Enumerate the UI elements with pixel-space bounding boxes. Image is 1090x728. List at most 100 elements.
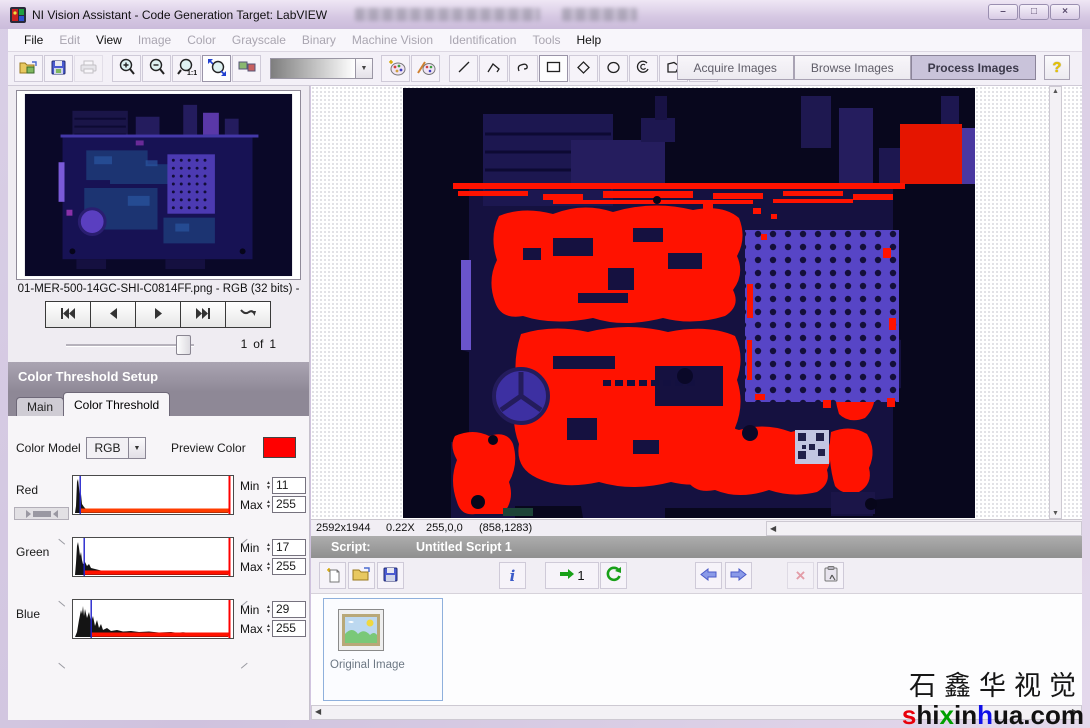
red-min-value[interactable]: 11 xyxy=(272,477,306,494)
tab-color-threshold[interactable]: Color Threshold xyxy=(63,392,170,416)
zoom-in-button[interactable] xyxy=(112,55,141,82)
menu-item-binary: Binary xyxy=(294,33,344,47)
new-script-button[interactable] xyxy=(319,562,346,589)
line-tool-button[interactable] xyxy=(449,55,478,82)
green-max-value[interactable]: 255 xyxy=(272,558,306,575)
scroll-down-icon[interactable]: ▼ xyxy=(1050,510,1061,517)
watermark-letter: s xyxy=(902,700,916,728)
green-min-spinner[interactable]: ▲▼17 xyxy=(266,539,306,556)
image-index-slider-track[interactable] xyxy=(66,344,194,347)
last-image-button[interactable] xyxy=(180,301,226,328)
spinner-arrows-icon[interactable]: ▲▼ xyxy=(266,562,271,571)
horizontal-scrollbar[interactable]: ◀ xyxy=(766,521,1082,536)
previous-image-button[interactable] xyxy=(90,301,136,328)
polyline-tool-button[interactable] xyxy=(479,55,508,82)
status-resolution: 2592x1944 xyxy=(316,522,370,534)
blue-channel-label: Blue xyxy=(16,607,40,621)
red-max-value[interactable]: 255 xyxy=(272,496,306,513)
image-index-total: 1 xyxy=(269,337,276,351)
new-palette-button[interactable] xyxy=(381,55,410,82)
blue-min-spinner[interactable]: ▲▼29 xyxy=(266,601,306,618)
green-channel-label: Green xyxy=(16,545,49,559)
script-info-button[interactable]: i xyxy=(499,562,526,589)
paste-step-button[interactable] xyxy=(817,562,844,589)
maximize-button[interactable]: □ xyxy=(1019,4,1049,20)
zoom-to-fit-button[interactable] xyxy=(202,55,231,82)
freehand-line-tool-button[interactable] xyxy=(509,55,538,82)
scroll-up-icon[interactable]: ▲ xyxy=(1050,88,1061,95)
green-max-spinner[interactable]: ▲▼255 xyxy=(266,558,306,575)
run-once-button[interactable]: 1 xyxy=(545,562,599,589)
menu-item-file[interactable]: File xyxy=(16,33,51,47)
blue-min-value[interactable]: 29 xyxy=(272,601,306,618)
green-histogram[interactable] xyxy=(72,537,234,577)
vertical-scrollbar[interactable]: ▲ ▼ xyxy=(1049,86,1062,519)
next-image-button[interactable] xyxy=(135,301,181,328)
tab-main[interactable]: Main xyxy=(16,397,64,416)
image-index-slider-thumb[interactable] xyxy=(176,335,191,355)
rectangle-tool-button[interactable] xyxy=(539,55,568,82)
blue-max-spinner[interactable]: ▲▼255 xyxy=(266,620,306,637)
run-loop-button[interactable] xyxy=(600,562,627,589)
first-image-button[interactable] xyxy=(45,301,91,328)
help-button[interactable]: ? xyxy=(1044,55,1070,80)
process-images-button[interactable]: Process Images xyxy=(911,55,1036,80)
scroll-left-icon[interactable]: ◀ xyxy=(315,707,321,716)
spinner-arrows-icon[interactable]: ▲▼ xyxy=(266,500,271,509)
clipboard-icon xyxy=(824,566,838,585)
minimize-button[interactable]: – xyxy=(988,4,1018,20)
compare-images-button[interactable] xyxy=(232,55,261,82)
open-script-button[interactable] xyxy=(348,562,375,589)
watermark-letter: h xyxy=(977,700,993,728)
step-back-button[interactable] xyxy=(695,562,722,589)
close-button[interactable]: × xyxy=(1050,4,1080,20)
print-button xyxy=(74,55,103,82)
menu-item-edit: Edit xyxy=(51,33,88,47)
green-min-value[interactable]: 17 xyxy=(272,539,306,556)
blue-histogram[interactable] xyxy=(72,599,234,639)
red-min-spinner[interactable]: ▲▼11 xyxy=(266,477,306,494)
menu-item-view[interactable]: View xyxy=(88,33,130,47)
step-forward-button[interactable] xyxy=(725,562,752,589)
rectangle-tool-icon xyxy=(546,61,561,76)
image-browser-panel: 01-MER-500-14GC-SHI-C0814FF.png - RGB (3… xyxy=(8,86,310,720)
status-pixel-value: 255,0,0 xyxy=(426,522,463,534)
menu-item-help[interactable]: Help xyxy=(569,33,610,47)
scroll-left-icon[interactable]: ◀ xyxy=(770,524,776,533)
preview-color-swatch[interactable] xyxy=(263,437,296,458)
red-max-spinner[interactable]: ▲▼255 xyxy=(266,496,306,513)
viewer-status-bar: 2592x1944 0.22X 255,0,0 (858,1283) ◀ xyxy=(311,519,1082,536)
run-once-icon xyxy=(559,568,575,583)
blue-max-label: Max xyxy=(240,622,263,636)
delete-x-icon: × xyxy=(796,568,806,583)
zoom-1to1-button[interactable]: 1:1 xyxy=(172,55,201,82)
palette-dropdown-button[interactable]: ▼ xyxy=(356,58,373,79)
edit-palette-button[interactable] xyxy=(411,55,440,82)
watermark-letter: ua.com xyxy=(993,700,1084,728)
script-step-original-image[interactable]: Original Image xyxy=(323,598,443,701)
oval-tool-icon xyxy=(606,61,621,77)
spinner-arrows-icon[interactable]: ▲▼ xyxy=(266,481,271,490)
blue-max-value[interactable]: 255 xyxy=(272,620,306,637)
spinner-arrows-icon[interactable]: ▲▼ xyxy=(266,543,271,552)
delete-step-button: × xyxy=(787,562,814,589)
processed-image-canvas[interactable] xyxy=(403,88,975,518)
image-viewer: ▲ ▼ xyxy=(311,86,1082,519)
chevron-down-icon: ▼ xyxy=(361,65,368,72)
acquire-images-button[interactable]: Acquire Images xyxy=(677,55,794,80)
oval-tool-button[interactable] xyxy=(599,55,628,82)
browse-images-button[interactable]: Browse Images xyxy=(794,55,911,80)
rotated-rectangle-tool-button[interactable] xyxy=(569,55,598,82)
open-folder-icon xyxy=(19,60,38,78)
red-histogram[interactable] xyxy=(72,475,234,515)
zoom-out-button[interactable] xyxy=(142,55,171,82)
open-image-button[interactable] xyxy=(14,55,43,82)
spinner-arrows-icon[interactable]: ▲▼ xyxy=(266,605,271,614)
color-model-dropdown[interactable]: RGB ▼ xyxy=(86,437,146,459)
loop-playback-button[interactable] xyxy=(225,301,271,328)
script-label: Script: xyxy=(331,536,371,558)
spinner-arrows-icon[interactable]: ▲▼ xyxy=(266,624,271,633)
save-script-button[interactable] xyxy=(377,562,404,589)
save-image-button[interactable] xyxy=(44,55,73,82)
annulus-tool-button[interactable] xyxy=(629,55,658,82)
